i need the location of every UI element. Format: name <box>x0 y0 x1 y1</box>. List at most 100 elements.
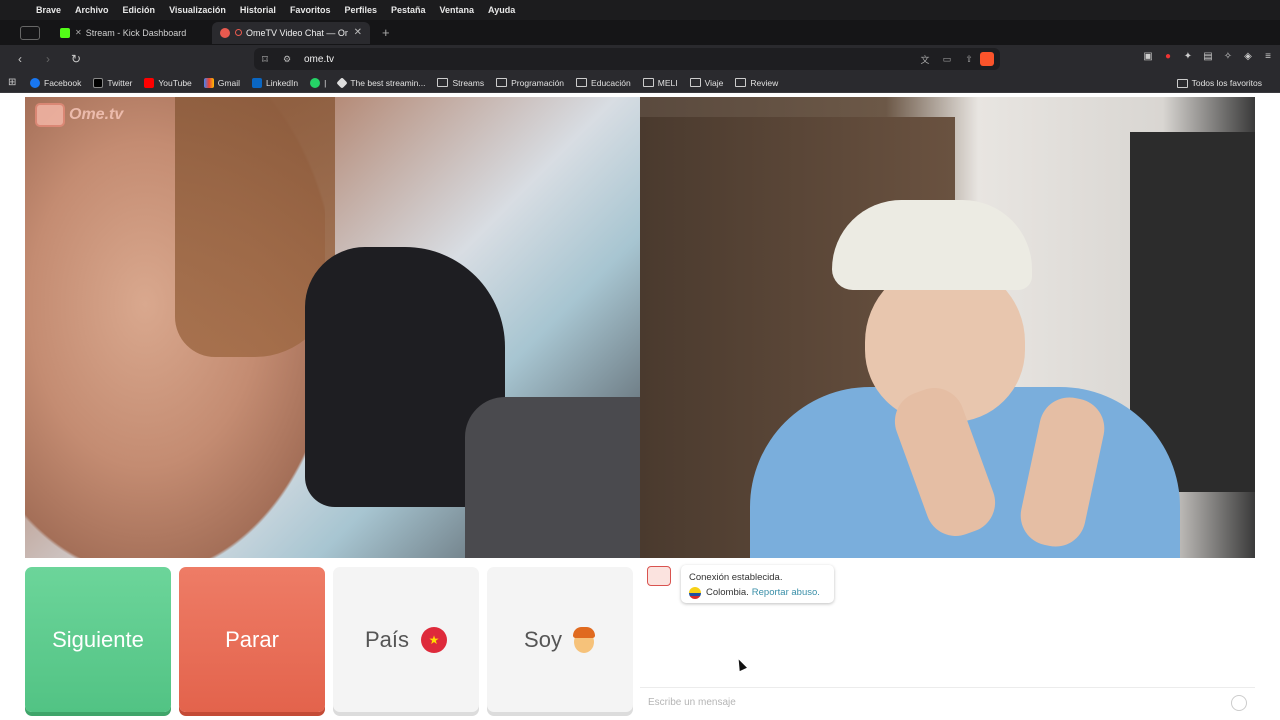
next-button-label: Siguiente <box>52 626 144 652</box>
bookmark-label: Educación <box>591 77 631 88</box>
reload-icon[interactable]: ↻ <box>68 52 84 66</box>
partner-country-text: Colombia. <box>706 587 749 598</box>
message-bar <box>640 687 1255 717</box>
menu-brave[interactable]: Brave <box>36 5 61 15</box>
leo-ai-icon[interactable]: ✧ <box>1222 51 1234 63</box>
country-button[interactable]: País ★ <box>333 567 479 712</box>
vpn-shield-icon[interactable]: ◈ <box>1242 51 1254 63</box>
brave-shield-icon[interactable] <box>980 52 994 66</box>
bookmark-folder-meli[interactable]: MELI <box>642 78 678 88</box>
ometv-avatar-icon <box>647 566 671 586</box>
share-icon[interactable]: ⇧ <box>958 54 980 65</box>
extensions-puzzle-icon[interactable]: ✦ <box>1182 51 1194 63</box>
country-button-label: País <box>364 626 410 652</box>
bookmark-gmail[interactable]: Gmail <box>203 77 240 88</box>
bookmark-twitter[interactable]: Twitter <box>93 77 133 88</box>
forward-icon[interactable]: › <box>40 52 56 66</box>
menu-ayuda[interactable]: Ayuda <box>488 5 515 15</box>
facebook-icon <box>30 77 40 88</box>
folder-icon <box>735 78 747 87</box>
extension-red-icon[interactable]: ● <box>1162 51 1174 63</box>
bookmarks-bar: ⊞ Facebook Twitter YouTube Gmail LinkedI… <box>0 73 1280 93</box>
emoji-smiley-icon[interactable] <box>1231 694 1247 711</box>
menu-archivo[interactable]: Archivo <box>75 5 109 15</box>
sidebar-toggle-icon[interactable] <box>20 25 40 40</box>
address-bar[interactable]: ⌑ ⚙ ome.tv 文 ▭ ⇧ <box>254 48 1000 70</box>
menu-edicion[interactable]: Edición <box>123 5 156 15</box>
menu-perfiles[interactable]: Perfiles <box>344 5 377 15</box>
china-flag-icon: ★ <box>421 626 448 653</box>
stop-button[interactable]: Parar <box>179 567 325 712</box>
bookmark-label: Viaje <box>704 77 724 88</box>
remote-video: Ome.tv <box>25 97 640 558</box>
folder-icon <box>689 78 701 87</box>
menu-visualizacion[interactable]: Visualización <box>169 5 226 15</box>
tab-strip: ✕ Stream - Kick Dashboard OmeTV Video Ch… <box>0 20 1280 45</box>
bookmark-folder-streams[interactable]: Streams <box>437 78 484 88</box>
bookmark-label: Gmail <box>217 77 240 88</box>
bookmark-label: Twitter <box>107 77 133 88</box>
bookmark-linkedin[interactable]: LinkedIn <box>251 77 299 88</box>
ometv-favicon-icon <box>220 27 230 38</box>
translate-icon[interactable]: 文 <box>914 53 936 66</box>
folder-icon <box>642 78 654 87</box>
bookmark-all-favorites[interactable]: Todos los favoritos <box>1176 78 1262 88</box>
macos-menu-bar: Brave Archivo Edición Visualización Hist… <box>0 0 1280 20</box>
url-text[interactable]: ome.tv <box>298 54 914 65</box>
close-tab-icon[interactable]: ✕ <box>354 27 362 38</box>
system-message: Conexión establecida. Colombia. Reportar… <box>681 565 834 603</box>
message-input[interactable] <box>640 697 1231 708</box>
menu-ventana[interactable]: Ventana <box>440 5 475 15</box>
stop-button-label: Parar <box>225 626 279 652</box>
cast-icon[interactable]: ▭ <box>936 54 958 65</box>
x-twitter-icon <box>93 77 104 88</box>
menu-favoritos[interactable]: Favoritos <box>290 5 331 15</box>
bookmark-icon[interactable]: ⌑ <box>254 53 276 66</box>
apps-grid-icon[interactable]: ⊞ <box>8 77 20 89</box>
chat-panel: Conexión establecida. Colombia. Reportar… <box>640 558 1255 720</box>
site-settings-icon[interactable]: ⚙ <box>276 54 298 65</box>
muted-speaker-icon[interactable]: ✕ <box>75 28 82 37</box>
bookmark-label: Todos los favoritos <box>1191 78 1262 88</box>
menu-hamburger-icon[interactable]: ≡ <box>1262 51 1274 63</box>
linkedin-icon <box>251 77 262 88</box>
new-tab-button[interactable]: + <box>382 25 390 40</box>
folder-icon <box>437 78 449 87</box>
local-video <box>640 97 1255 558</box>
bookmark-streaming[interactable]: The best streamin... <box>336 76 425 89</box>
bookmark-label: | <box>324 77 327 88</box>
ometv-logo-text: Ome.tv <box>69 106 124 123</box>
colombia-flag-icon <box>689 586 701 599</box>
local-cap-shape <box>832 200 1032 290</box>
diamond-icon <box>336 76 349 89</box>
bookmark-label: Streams <box>452 77 485 88</box>
sidebar-panel-icon[interactable]: ▤ <box>1202 51 1214 63</box>
browser-toolbar: ‹ › ↻ ⌑ ⚙ ome.tv 文 ▭ ⇧ ▣ ● ✦ ▤ ✧ ◈ ≡ <box>0 45 1280 73</box>
gmail-icon <box>203 77 214 88</box>
gender-button[interactable]: Soy <box>487 567 633 712</box>
ometv-page: Ome.tv Siguiente Parar País ★ Soy Conexi… <box>0 93 1280 720</box>
connection-status-text: Conexión establecida. <box>689 572 783 583</box>
ometv-tv-icon <box>35 103 65 127</box>
back-icon[interactable]: ‹ <box>12 52 28 66</box>
next-button[interactable]: Siguiente <box>25 567 171 712</box>
tab-title: OmeTV Video Chat — Omeg <box>246 27 348 38</box>
boy-emoji-icon <box>572 626 596 653</box>
folder-icon <box>576 78 588 87</box>
bookmark-green-app[interactable]: | <box>310 77 327 88</box>
bookmark-folder-review[interactable]: Review <box>735 78 778 88</box>
bookmark-folder-educacion[interactable]: Educación <box>576 78 631 88</box>
tab-kick-dashboard[interactable]: ✕ Stream - Kick Dashboard <box>52 22 212 44</box>
bookmark-facebook[interactable]: Facebook <box>30 77 81 88</box>
green-app-icon <box>310 77 321 88</box>
bookmark-folder-viaje[interactable]: Viaje <box>689 77 724 88</box>
bookmark-folder-programacion[interactable]: Programación <box>496 78 564 88</box>
tab-ometv[interactable]: OmeTV Video Chat — Omeg ✕ <box>212 21 370 44</box>
remote-blanket-shape <box>465 397 640 558</box>
extension-translate-icon[interactable]: ▣ <box>1142 51 1154 63</box>
bookmark-youtube[interactable]: YouTube <box>144 77 192 88</box>
bookmark-label: LinkedIn <box>265 77 299 88</box>
report-abuse-link[interactable]: Reportar abuso. <box>752 585 820 600</box>
menu-historial[interactable]: Historial <box>240 5 276 15</box>
menu-pestana[interactable]: Pestaña <box>391 5 426 15</box>
